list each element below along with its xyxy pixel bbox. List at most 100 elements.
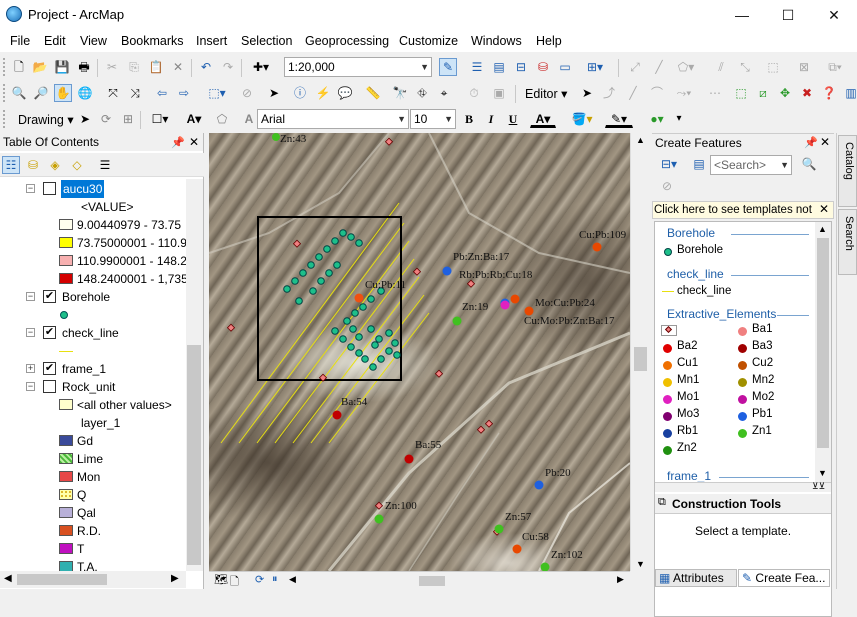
- split-tool-icon[interactable]: ⫽: [712, 58, 730, 76]
- menu-edit[interactable]: Edit: [44, 34, 66, 48]
- editor-menu[interactable]: Editor ▾: [525, 86, 567, 101]
- aucu30-checkbox[interactable]: [43, 182, 56, 195]
- scroll-right-icon[interactable]: ▶: [617, 574, 624, 585]
- model-builder-icon[interactable]: ⊞▾: [582, 58, 608, 76]
- collapse-borehole[interactable]: −: [26, 292, 35, 301]
- cut-polygons-icon[interactable]: ⧄: [754, 84, 772, 102]
- refresh-view-icon[interactable]: ⟳: [255, 573, 264, 586]
- polygon-tool-icon[interactable]: ⬠▾: [674, 58, 698, 76]
- open-folder-icon[interactable]: 📂: [31, 58, 49, 76]
- zoom-in-icon[interactable]: 🔍: [10, 84, 28, 102]
- tab-search[interactable]: Search: [838, 209, 857, 275]
- trace-dropdown-icon[interactable]: ⤳▾: [672, 84, 696, 102]
- python-window-icon[interactable]: ▭: [556, 58, 574, 76]
- edit-tool-arrow-icon[interactable]: ➤: [578, 84, 596, 102]
- template-mn2[interactable]: Mn2: [752, 374, 774, 386]
- html-popup-icon[interactable]: 💬: [336, 84, 354, 102]
- zoom-whole-page-icon[interactable]: ⊞: [119, 110, 137, 128]
- template-mo1[interactable]: Mo1: [677, 391, 699, 403]
- reshape-feature-icon[interactable]: ⬚: [732, 84, 750, 102]
- advanced-edit-icon[interactable]: ⧉▾: [820, 58, 850, 76]
- editor-toolbar-icon[interactable]: ✎: [439, 58, 457, 76]
- full-extent-icon[interactable]: 🌐: [76, 84, 94, 102]
- back-extent-icon[interactable]: ⇦: [153, 84, 171, 102]
- paste-icon[interactable]: 📋: [147, 58, 165, 76]
- reshape-tool-icon[interactable]: ⬚: [764, 58, 782, 76]
- redo-icon[interactable]: ↷: [219, 58, 237, 76]
- template-view-icon[interactable]: ▤: [690, 155, 708, 173]
- zoom-out-icon[interactable]: 🔎: [32, 84, 50, 102]
- select-features-icon[interactable]: ⬚▾: [203, 84, 231, 102]
- menu-windows[interactable]: Windows: [471, 34, 522, 48]
- close-button[interactable]: ✕: [811, 0, 857, 30]
- collapse-check-line[interactable]: −: [26, 328, 35, 337]
- italic-button[interactable]: I: [482, 110, 500, 128]
- toolbar-grip[interactable]: [3, 110, 7, 128]
- toc-scroll-thumb[interactable]: [187, 345, 201, 565]
- layer-borehole[interactable]: Borehole: [62, 288, 110, 306]
- expand-frame-1[interactable]: +: [26, 364, 35, 373]
- list-by-drawing-order-icon[interactable]: ☷: [2, 156, 20, 174]
- edit-annotation-icon[interactable]: ⤴: [600, 84, 618, 102]
- menu-bookmarks[interactable]: Bookmarks: [121, 34, 184, 48]
- scroll-up-icon[interactable]: ▲: [636, 135, 645, 145]
- cut-icon[interactable]: ✂: [103, 58, 121, 76]
- toolbar-options-icon[interactable]: ▾: [672, 110, 686, 128]
- pin-icon[interactable]: 📌: [171, 134, 185, 152]
- layer-rock-unit[interactable]: Rock_unit: [62, 378, 115, 396]
- fixed-zoom-in-icon[interactable]: ⤧: [104, 84, 122, 102]
- tab-catalog[interactable]: Catalog: [838, 135, 857, 207]
- map-hscroll-thumb[interactable]: [419, 576, 445, 586]
- list-by-source-icon[interactable]: ⛁: [24, 156, 42, 174]
- menu-file[interactable]: File: [10, 34, 30, 48]
- font-name-combo[interactable]: Arial ▼: [257, 109, 409, 129]
- find-icon[interactable]: 🔭: [391, 84, 409, 102]
- template-cu1[interactable]: Cu1: [677, 357, 698, 369]
- go-to-xy-icon[interactable]: ⌖: [435, 84, 453, 102]
- map-view[interactable]: Zn:43 Cu:Pb:109 Pb:Zn:Ba:17 Rb:Pb:Rb:Cu:…: [209, 133, 630, 571]
- toolbar-grip[interactable]: [3, 58, 7, 76]
- layer-aucu30[interactable]: aucu30: [61, 180, 105, 198]
- pin-icon[interactable]: 📌: [804, 134, 818, 152]
- toc-vertical-scrollbar[interactable]: [186, 179, 203, 571]
- menu-selection[interactable]: Selection: [241, 34, 292, 48]
- edit-vertices-drawing-icon[interactable]: ⬠: [213, 110, 231, 128]
- endpoint-arc-icon[interactable]: ⌒: [648, 84, 666, 102]
- trace-tool-icon[interactable]: ⤡: [736, 58, 754, 76]
- scroll-left-icon[interactable]: ◀: [289, 574, 296, 585]
- check-line-checkbox[interactable]: ✔: [43, 326, 56, 339]
- pause-drawing-icon[interactable]: ⏸: [272, 573, 278, 586]
- rotate-tool-icon[interactable]: ✖: [798, 84, 816, 102]
- splitter[interactable]: ⊻⊻: [655, 481, 831, 492]
- rotate-element-icon[interactable]: ⟳: [97, 110, 115, 128]
- add-data-icon[interactable]: ✚▾: [247, 58, 275, 76]
- search-window-icon[interactable]: ⊟: [512, 58, 530, 76]
- arctoolbox-icon[interactable]: ⛁: [534, 58, 552, 76]
- tab-attributes[interactable]: ▦ Attributes: [655, 569, 737, 587]
- templates-hint-bar[interactable]: Click here to see templates not: [652, 201, 834, 219]
- delete-icon[interactable]: ✕: [169, 58, 187, 76]
- text-tool-icon[interactable]: A▾: [181, 110, 207, 128]
- clear-search-icon[interactable]: ⊘: [658, 177, 676, 195]
- clear-selection-icon[interactable]: ⊘: [238, 84, 256, 102]
- map-vscroll-thumb[interactable]: [634, 347, 647, 371]
- maximize-button[interactable]: ☐: [765, 0, 811, 30]
- menu-customize[interactable]: Customize: [399, 34, 458, 48]
- forward-extent-icon[interactable]: ⇨: [175, 84, 193, 102]
- menu-view[interactable]: View: [80, 34, 107, 48]
- template-list-thumb[interactable]: [817, 238, 829, 448]
- font-color-icon[interactable]: A▾: [530, 110, 556, 128]
- list-by-visibility-icon[interactable]: ◈: [46, 156, 64, 174]
- font-size-combo[interactable]: 10 ▼: [410, 109, 456, 129]
- minimize-button[interactable]: —: [719, 0, 765, 30]
- scroll-down-icon[interactable]: ▼: [636, 559, 645, 569]
- template-cu2[interactable]: Cu2: [752, 357, 773, 369]
- template-ba3[interactable]: Ba3: [752, 340, 772, 352]
- new-document-icon[interactable]: 🗋: [10, 58, 28, 76]
- borehole-checkbox[interactable]: ✔: [43, 290, 56, 303]
- layer-check-line[interactable]: check_line: [62, 324, 119, 342]
- catalog-window-icon[interactable]: ▤: [490, 58, 508, 76]
- scroll-left-icon[interactable]: ◀: [4, 573, 12, 584]
- toc-options-icon[interactable]: ☰: [96, 156, 114, 174]
- fixed-zoom-out-icon[interactable]: ⤨: [126, 84, 144, 102]
